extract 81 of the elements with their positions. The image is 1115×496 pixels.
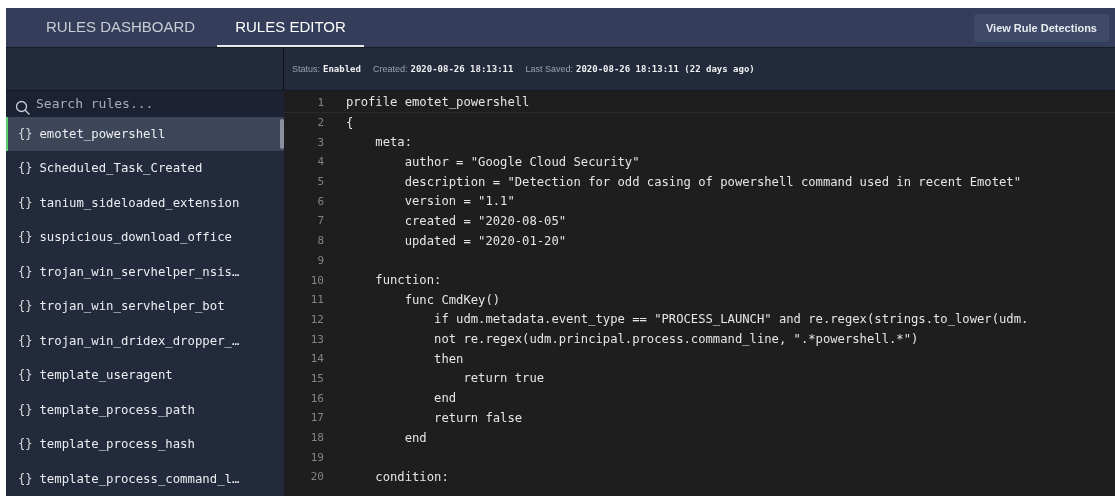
code-line: then [433, 351, 464, 366]
code-line: profile emotet_powershell [346, 95, 530, 110]
braces-icon: {} [18, 299, 33, 314]
rule-name: trojan_win_servhelper_bot [39, 299, 225, 314]
rule-item[interactable]: {} template_useragent [6, 358, 284, 393]
line-number: 14 [309, 352, 324, 366]
line-number: 12 [309, 312, 324, 326]
rule-name: Scheduled_Task_Created [39, 161, 203, 176]
line-number: 4 [316, 155, 324, 169]
rule-item[interactable]: {} template_process_command_l… [6, 461, 284, 496]
line-number: 18 [309, 431, 324, 445]
code-line: condition: [374, 469, 449, 484]
rule-item[interactable]: {} template_process_hash [6, 427, 284, 462]
braces-icon: {} [18, 368, 33, 383]
status-label: Created: [372, 64, 408, 74]
code-line: created = "2020-08-05" [403, 213, 567, 228]
rule-item[interactable]: {} emotet_powershell [6, 116, 284, 151]
braces-icon: {} [18, 437, 33, 452]
braces-icon: {} [18, 402, 33, 417]
line-number: 5 [316, 175, 324, 189]
code-line: author = "Google Cloud Security" [403, 154, 640, 169]
line-number: 16 [309, 391, 324, 405]
code-line: updated = "2020-01-20" [403, 233, 567, 248]
nav-tab[interactable]: RULES DASHBOARD [28, 8, 214, 47]
rule-item[interactable]: {} trojan_win_servhelper_nsis… [6, 254, 284, 289]
scrollbar-thumb[interactable] [280, 118, 284, 149]
rule-name: template_useragent [39, 368, 173, 383]
code-line: func CmdKey() [403, 292, 501, 307]
rule-name: template_process_path [39, 402, 195, 417]
status-value: Enabled [323, 64, 361, 74]
code-line: return false [433, 410, 523, 425]
code-line: meta: [374, 135, 413, 150]
line-number: 15 [309, 371, 324, 385]
rule-item[interactable]: {} trojan_win_servhelper_bot [6, 289, 284, 324]
line-number: 10 [309, 273, 324, 287]
code-line: not re.regex(udm.principal.process.command_line, ".*powershell.*") [433, 332, 919, 347]
code-line: { [346, 115, 354, 130]
code-line: if udm.metadata.event_type == "PROCESS_LAUNCH" and re.regex(strings.to_lower(udm. [433, 312, 1029, 327]
braces-icon: {} [18, 230, 33, 245]
braces-icon: {} [18, 471, 33, 486]
rule-item[interactable]: {} trojan_win_dridex_dropper_… [6, 323, 284, 358]
code-line: end [403, 430, 427, 445]
rule-name: suspicious_download_office [39, 230, 232, 245]
code-line: version = "1.1" [403, 194, 515, 209]
line-number: 11 [309, 293, 324, 307]
rule-name: emotet_powershell [39, 126, 166, 141]
line-number: 19 [309, 450, 324, 464]
code-line: description = "Detection for odd casing of powershell command used in recent Emotet" [403, 174, 1022, 189]
status-label: Last Saved: [525, 64, 573, 74]
line-number: 7 [316, 214, 324, 228]
search-field[interactable]: Search rules... [6, 91, 284, 117]
line-number: 13 [309, 332, 324, 346]
status-label: Status: [292, 64, 320, 74]
rule-name: template_process_command_l… [39, 471, 240, 486]
view-detections-button[interactable]: View Rule Detections [973, 13, 1109, 42]
rule-name: trojan_win_servhelper_nsis… [39, 264, 240, 279]
braces-icon: {} [18, 333, 33, 348]
braces-icon: {} [18, 161, 33, 176]
braces-icon: {} [18, 126, 33, 141]
rule-item[interactable]: {} template_process_path [6, 392, 284, 427]
rule-name: tanium_sideloaded_extension [39, 195, 240, 210]
status-value: 2020-08-26 18:13:11 (22 days ago) [575, 64, 755, 74]
line-number: 6 [316, 194, 324, 208]
line-number: 9 [316, 253, 324, 267]
braces-icon: {} [18, 195, 33, 210]
braces-icon: {} [18, 264, 33, 279]
code-line: function: [374, 273, 442, 288]
rule-name: trojan_win_dridex_dropper_… [39, 333, 240, 348]
line-number: 1 [316, 95, 324, 109]
rule-name: template_process_hash [39, 437, 195, 452]
line-number: 3 [316, 135, 324, 149]
line-number: 17 [309, 411, 324, 425]
line-number: 20 [309, 470, 324, 484]
status-value: 2020-08-26 18:13:11 [410, 64, 514, 74]
rule-item[interactable]: {} Scheduled_Task_Created [6, 151, 284, 186]
line-number: 2 [316, 116, 324, 130]
code-line: end [433, 391, 457, 406]
rule-item[interactable]: {} suspicious_download_office [6, 220, 284, 255]
rule-item[interactable]: {} tanium_sideloaded_extension [6, 185, 284, 220]
code-line: return true [462, 371, 545, 386]
line-number: 8 [316, 234, 324, 248]
